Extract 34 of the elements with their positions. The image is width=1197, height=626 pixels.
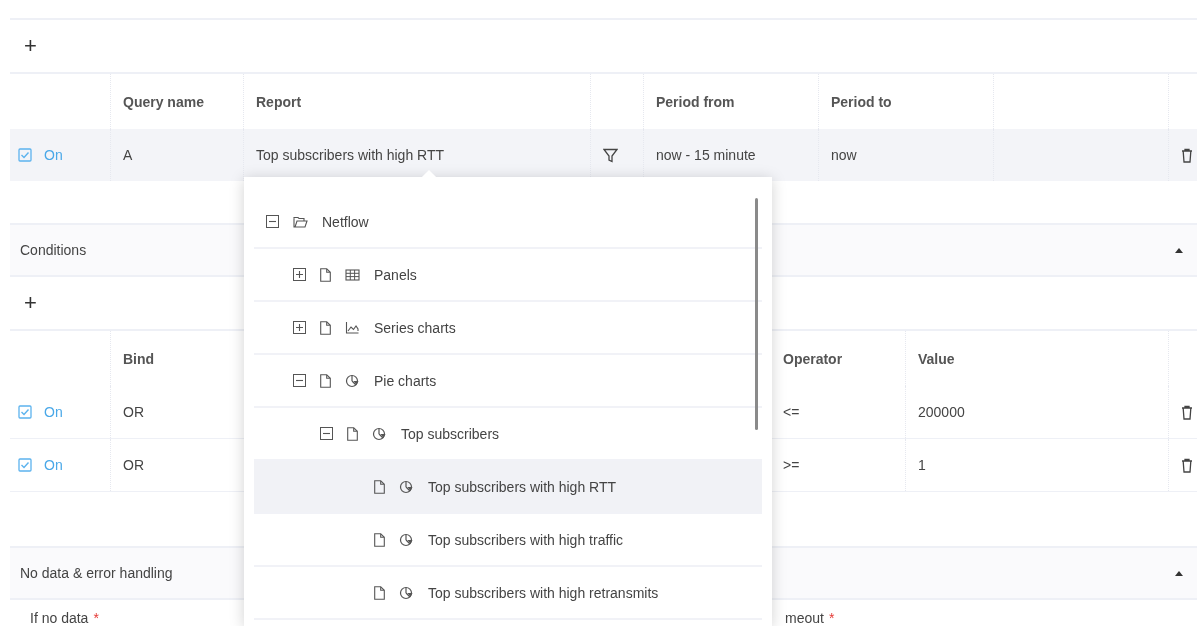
field-label: meout [785, 610, 824, 626]
field-label: If no data [30, 610, 89, 626]
table-cell: A [123, 147, 133, 163]
table-cell: >= [783, 457, 800, 473]
section-title: Conditions [20, 242, 87, 258]
tree-item-label: Netflow [322, 213, 369, 230]
column-header: Bind [123, 350, 155, 367]
tree-item-label: Top subscribers with high traffic [428, 531, 624, 548]
table-cell: OR [123, 404, 144, 420]
tree-item-label: Top subscribers with high retransmits [428, 584, 659, 601]
column-header: Value [918, 350, 955, 367]
status-label: On [44, 404, 63, 420]
table-cell: Top subscribers with high RTT [256, 147, 445, 163]
status-label: On [44, 457, 63, 473]
section-title: No data & error handling [20, 565, 173, 581]
table-cell: now - 15 minute [656, 147, 756, 163]
tree-item-label: Series charts [374, 319, 456, 336]
column-header: Operator [783, 350, 843, 367]
tree-item-label: Top subscribers with high RTT [428, 478, 617, 495]
table-cell: OR [123, 457, 144, 473]
table-cell: <= [783, 404, 800, 420]
tree-item-label: Top subscribers [401, 425, 500, 442]
column-header: Period from [656, 93, 735, 110]
column-header: Report [256, 93, 302, 110]
column-header: Query name [123, 93, 204, 110]
status-label: On [44, 147, 63, 163]
table-cell: now [831, 147, 857, 163]
required-mark: * [93, 610, 99, 626]
table-cell: 1 [918, 457, 926, 473]
required-mark: * [828, 610, 835, 626]
table-cell: 200000 [918, 404, 965, 420]
column-header: Period to [831, 93, 892, 110]
tree-item-label: Pie charts [374, 372, 437, 389]
tree-item-label: Panels [374, 266, 417, 283]
